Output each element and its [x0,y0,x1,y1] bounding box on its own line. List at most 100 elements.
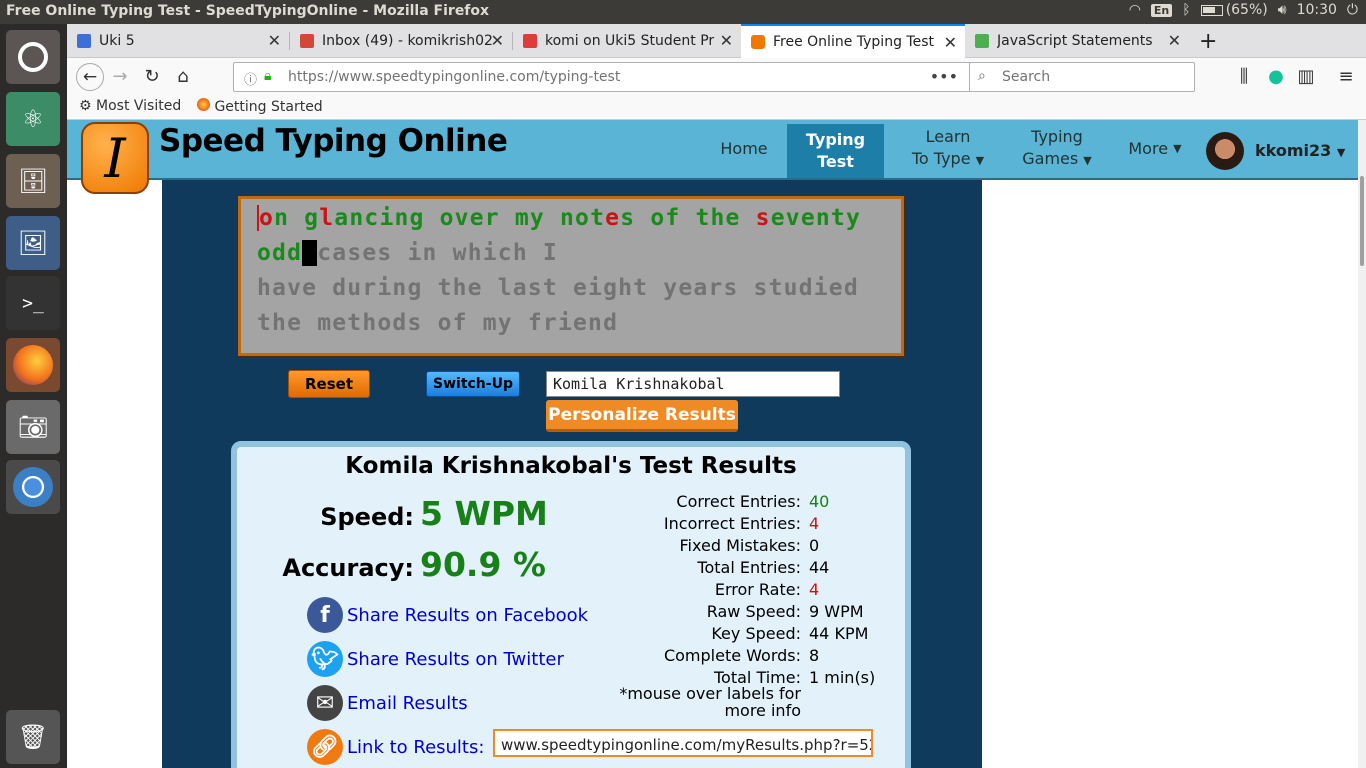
share-facebook-link[interactable]: f Share Results on Facebook [307,597,588,633]
tab-typing-test[interactable]: Free Online Typing Test ✕ [741,24,965,58]
stat-value: 0 [809,536,820,555]
stat-value: 1 min(s) [809,668,876,687]
home-icon[interactable]: ⌂ [172,66,194,87]
nav-learn-to-type[interactable]: Learn To Type ▼ [903,120,993,178]
speed-label[interactable]: Speed: [254,503,414,531]
tab-komi-on-uki5[interactable]: komi on Uki5 Student Pr ✕ [513,24,741,58]
back-icon[interactable]: ← [76,63,104,91]
trash-icon[interactable]: 🗑︎ [6,710,60,764]
link-to-results[interactable]: 🔗︎ Link to Results: [307,729,484,765]
grammarly-icon[interactable]: ● [1265,66,1287,87]
search-bar[interactable]: ⌕ Search [969,62,1195,92]
tab-uki5[interactable]: Uki 5 ✕ [67,24,289,58]
stat-label[interactable]: Complete Words: [617,646,801,665]
stat-value: 44 KPM [809,624,869,643]
bookmark-getting-started[interactable]: Getting Started [197,98,323,115]
site-name[interactable]: Speed Typing Online [159,123,508,159]
close-icon[interactable]: ✕ [944,33,957,52]
battery-indicator[interactable]: (65%) [1200,2,1268,18]
twitter-icon: 🐦︎ [307,641,343,677]
stat-label[interactable]: Fixed Mistakes: [617,536,801,555]
stat-label[interactable]: Raw Speed: [617,602,801,621]
stat-label[interactable]: Total Entries: [617,558,801,577]
chromium-icon[interactable] [6,460,60,514]
bookmark-most-visited[interactable]: ⚙ Most Visited [79,98,181,114]
site-logo[interactable]: I [81,122,149,194]
power-icon[interactable]: ⏻ [1347,2,1358,18]
nav-label: To Type [911,149,971,168]
tab-javascript-statements[interactable]: JavaScript Statements ✕ [965,24,1189,58]
page-actions-icon[interactable]: ••• [930,67,958,86]
share-twitter-label: Share Results on Twitter [347,648,564,670]
firefox-icon[interactable] [6,338,60,392]
accuracy-label[interactable]: Accuracy: [254,554,414,582]
email-results-label: Email Results [347,692,468,714]
switch-up-button[interactable]: Switch-Up [426,371,520,397]
camera-icon[interactable]: 📷︎ [6,400,60,454]
bluetooth-icon[interactable]: ᛒ [1182,2,1190,18]
close-icon[interactable]: ✕ [1168,31,1181,50]
reset-button[interactable]: Reset [288,370,370,398]
page-scrollbar[interactable] [1358,120,1366,768]
stat-label[interactable]: Error Rate: [617,580,801,599]
typed-segment: s of the [620,205,756,231]
tab-label: Inbox (49) - komikrish02 [322,33,493,49]
url-bar[interactable]: ⓘ 🔒︎ https://www.speedtypingonline.com/t… [233,62,1025,92]
menu-icon[interactable]: ≡ [1335,66,1357,87]
personalize-results-button[interactable]: Personalize Results [546,400,738,432]
image-viewer-icon[interactable]: 🖼︎ [6,216,60,270]
nav-typing-games[interactable]: Typing Games ▼ [1017,120,1097,178]
stat-label[interactable]: Key Speed: [617,624,801,643]
close-icon[interactable]: ✕ [268,31,281,50]
typing-text-box[interactable]: on glancing over my notes of the seventy… [238,196,904,356]
share-twitter-link[interactable]: 🐦︎ Share Results on Twitter [307,641,564,677]
nav-home[interactable]: Home [707,120,781,178]
atom-editor-icon[interactable]: ⚛ [6,92,60,146]
stat-label[interactable]: Incorrect Entries: [617,514,801,533]
nav-typing-test[interactable]: Typing Test [787,124,884,178]
close-icon[interactable]: ✕ [720,31,733,50]
tab-inbox[interactable]: Inbox (49) - komikrish02 ✕ [290,24,512,58]
username-menu[interactable]: kkomi23 ▼ [1255,141,1345,160]
clock[interactable]: 10:30 [1297,2,1337,18]
forward-icon[interactable]: → [109,66,131,87]
new-tab-button[interactable]: + [1195,24,1225,58]
sidebar-icon[interactable]: ▥ [1295,66,1317,87]
link-icon: 🔗︎ [307,729,343,765]
text-line-3: have during the last eight years studied [257,275,859,301]
wifi-icon[interactable]: ◠ [1129,2,1141,18]
accuracy-value: 90.9 % [420,545,546,584]
text-cursor [302,240,318,266]
search-icon: ⌕ [978,68,986,84]
dropdown-arrow-icon: ▼ [1173,142,1182,155]
library-icon[interactable]: ⫼ [1233,66,1255,87]
typed-segment: n [274,205,305,231]
facebook-icon: f [307,597,343,633]
results-title: Komila Krishnakobal's Test Results [345,453,797,479]
reload-icon[interactable]: ↻ [141,66,163,87]
results-link-field[interactable]: www.speedtypingonline.com/myResults.php?… [493,729,873,757]
close-icon[interactable]: ✕ [491,31,504,50]
url-text: https://www.speedtypingonline.com/typing… [288,69,620,85]
tab-label: Free Online Typing Test [773,34,934,50]
bookmarks-toolbar: ⚙ Most Visited Getting Started [67,96,1366,120]
results-panel: Komila Krishnakobal's Test Results Speed… [231,441,911,768]
mouse-over-note: *mouse over labels for more info [617,685,801,725]
bookmark-label: Most Visited [96,98,182,114]
ubuntu-dash-icon[interactable] [6,30,60,84]
file-manager-icon[interactable]: 🗄︎ [6,154,60,208]
name-input[interactable]: Komila Krishnakobal [546,371,840,397]
nav-more[interactable]: More ▼ [1123,120,1187,178]
battery-percent: (65%) [1225,2,1268,18]
email-results-link[interactable]: ✉ Email Results [307,685,468,721]
avatar[interactable] [1206,132,1244,170]
scrollbar-thumb[interactable] [1360,176,1364,266]
info-icon[interactable]: ⓘ [244,69,257,88]
input-method-indicator[interactable]: En [1150,3,1173,17]
stat-value: 8 [809,646,820,665]
lock-icon[interactable]: 🔒︎ [264,68,271,84]
terminal-icon[interactable]: >_ [6,276,60,330]
volume-icon[interactable]: 🔊︎ [1278,2,1287,18]
stat-label[interactable]: Correct Entries: [617,492,801,511]
bookmark-label: Getting Started [214,99,323,115]
